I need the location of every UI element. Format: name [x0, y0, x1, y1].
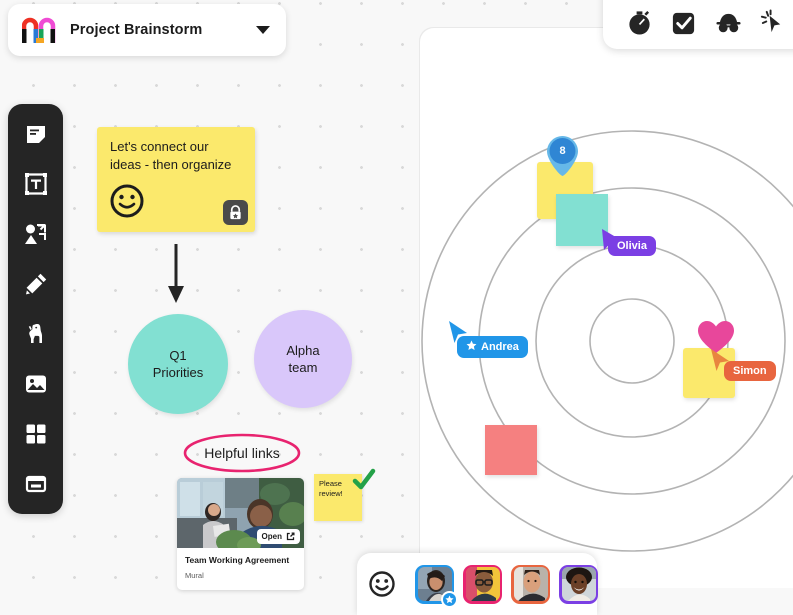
- avatar-participant-2[interactable]: [463, 565, 502, 604]
- circle-q1-priorities[interactable]: Q1 Priorities: [128, 314, 228, 414]
- cursor-label-andrea: Andrea: [457, 336, 528, 358]
- avatar-andrea[interactable]: [415, 565, 454, 604]
- image-tool[interactable]: [16, 364, 56, 404]
- celebrate-tool[interactable]: [756, 5, 790, 39]
- mural-logo: [22, 16, 56, 44]
- smiley-face-icon: [369, 571, 395, 597]
- link-card-thumbnail: Open: [177, 478, 304, 548]
- text-tool[interactable]: [16, 164, 56, 204]
- project-title-chip[interactable]: Project Brainstorm: [8, 4, 286, 56]
- templates-tool[interactable]: [16, 464, 56, 504]
- sticky-note-review[interactable]: Please review!: [314, 474, 362, 521]
- avatar-list: [415, 565, 598, 604]
- avatar-photo: [562, 567, 596, 601]
- link-card-title: Team Working Agreement: [185, 555, 296, 566]
- vote-count-label: 8: [546, 137, 579, 165]
- star-icon: [445, 595, 454, 604]
- link-card-meta: Team Working Agreement Mural: [177, 548, 304, 580]
- lock-icon: [228, 205, 243, 220]
- avatar-photo: [514, 567, 548, 601]
- smiley-emoji-icon: [110, 184, 144, 218]
- mural-board-app: 8 Olivia Andrea Simon: [0, 0, 793, 615]
- avatar-participant-4[interactable]: [559, 565, 598, 604]
- sticky-note-tool[interactable]: [16, 114, 56, 154]
- top-toolbar: [603, 0, 793, 49]
- lock-badge[interactable]: [223, 200, 248, 225]
- external-link-icon: [286, 532, 295, 541]
- chevron-down-icon[interactable]: [256, 26, 270, 34]
- open-link-button[interactable]: Open: [257, 529, 300, 544]
- private-mode-tool[interactable]: [711, 5, 745, 39]
- circle-alpha-team[interactable]: Alpha team: [254, 310, 352, 408]
- timer-tool[interactable]: [622, 5, 656, 39]
- avatar-photo: [466, 567, 500, 601]
- helpful-links-annotation[interactable]: Helpful links: [186, 432, 298, 474]
- sticky-note-main[interactable]: Let's connect our ideas - then organize: [97, 127, 255, 232]
- sticky-note-main-text: Let's connect our ideas - then organize: [110, 138, 243, 174]
- collaborators-bar: [357, 553, 597, 615]
- circle-alpha-line1: Alpha: [286, 342, 319, 359]
- open-link-label: Open: [262, 532, 282, 541]
- helpful-links-label: Helpful links: [186, 432, 298, 474]
- circle-alpha-line2: team: [286, 359, 319, 376]
- reactions-button[interactable]: [369, 569, 395, 599]
- llama-ai-tool[interactable]: [16, 314, 56, 354]
- circle-q1-line1: Q1: [153, 347, 204, 364]
- vote-count-badge[interactable]: 8: [546, 135, 579, 177]
- project-title: Project Brainstorm: [70, 22, 202, 38]
- pen-tool[interactable]: [16, 264, 56, 304]
- concentric-rings-diagram: [420, 28, 793, 588]
- link-card-team-working-agreement[interactable]: Open Team Working Agreement Mural: [177, 478, 304, 590]
- cursor-name-simon: Simon: [733, 365, 767, 377]
- shapes-connectors-tool[interactable]: [16, 214, 56, 254]
- avatar-participant-3[interactable]: [511, 565, 550, 604]
- cursor-name-andrea: Andrea: [481, 341, 519, 353]
- board-panel[interactable]: [420, 28, 793, 588]
- cursor-label-olivia: Olivia: [608, 236, 656, 256]
- left-toolbar: [8, 104, 63, 514]
- frameworks-tool[interactable]: [16, 414, 56, 454]
- voting-tool[interactable]: [667, 5, 701, 39]
- circle-q1-line2: Priorities: [153, 364, 204, 381]
- green-check-icon: [352, 468, 376, 492]
- cursor-label-simon: Simon: [724, 361, 776, 381]
- board-sticky-red[interactable]: [485, 425, 537, 475]
- facilitator-star-icon: [466, 340, 477, 354]
- link-card-subtitle: Mural: [185, 571, 296, 580]
- down-arrow-connector[interactable]: [160, 243, 192, 305]
- cursor-name-olivia: Olivia: [617, 240, 647, 252]
- facilitator-badge: [441, 591, 458, 608]
